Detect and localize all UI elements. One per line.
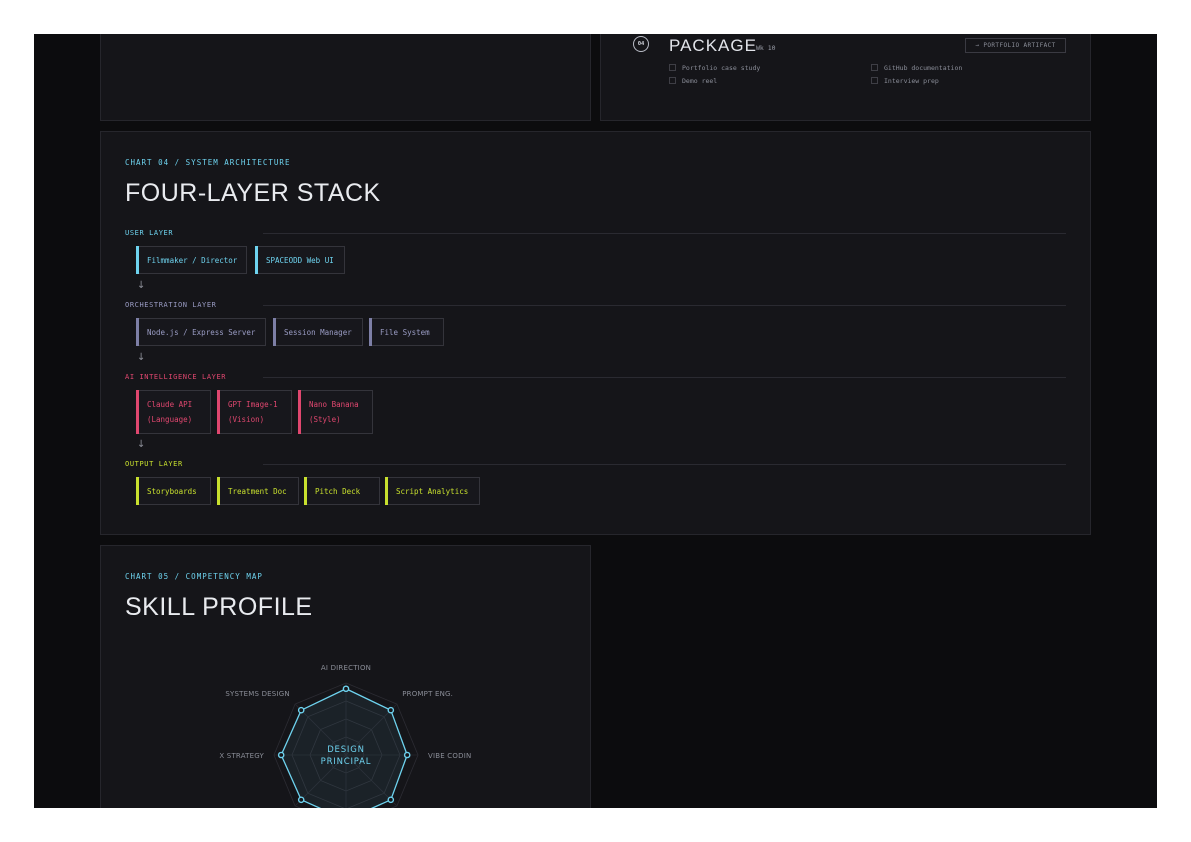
- node-nano-banana[interactable]: Nano Banana (Style): [298, 390, 373, 434]
- layer-divider: [263, 305, 1066, 306]
- node-label: Pitch Deck: [315, 486, 361, 496]
- layer-divider: [263, 377, 1066, 378]
- package-panel: 04 PACKAGE Wk 10 → PORTFOLIO ARTIFACT Po…: [600, 34, 1091, 121]
- radar-center-label: PRINCIPAL: [321, 757, 372, 767]
- node-filmmaker-director[interactable]: Filmmaker / Director: [136, 246, 247, 274]
- layer-label-output: OUTPUT LAYER: [125, 460, 183, 468]
- node-gpt-image-1[interactable]: GPT Image-1 (Vision): [217, 390, 292, 434]
- node-label: Treatment Doc: [228, 486, 287, 496]
- node-pitch-deck[interactable]: Pitch Deck: [304, 477, 380, 505]
- node-accent-bar: [217, 477, 220, 505]
- radar-data-point: [297, 706, 305, 714]
- node-label: Storyboards: [147, 486, 197, 496]
- node-accent-bar: [273, 318, 276, 346]
- checkbox-portfolio-case-study[interactable]: [669, 64, 676, 71]
- down-arrow-icon: ↓: [137, 352, 146, 363]
- node-script-analytics[interactable]: Script Analytics: [385, 477, 480, 505]
- node-spaceodd-web-ui[interactable]: SPACEODD Web UI: [255, 246, 345, 274]
- node-accent-bar: [217, 390, 220, 434]
- package-title: PACKAGE: [669, 36, 757, 55]
- radar-axis-label: PROMPT ENG.: [402, 690, 453, 698]
- node-claude-api[interactable]: Claude API (Language): [136, 390, 211, 434]
- node-label: File System: [380, 327, 430, 337]
- phase-number: 04: [637, 41, 645, 47]
- node-label: SPACEODD Web UI: [266, 255, 334, 265]
- checklist-item-label: GitHub documentation: [884, 64, 963, 72]
- portfolio-artifact-label: → PORTFOLIO ARTIFACT: [975, 42, 1056, 49]
- node-accent-bar: [298, 390, 301, 434]
- radar-axis-label: X STRATEGY: [219, 752, 264, 760]
- node-label: Claude API: [147, 400, 193, 409]
- radar-data-point: [387, 796, 395, 804]
- node-label: Filmmaker / Director: [147, 255, 238, 265]
- architecture-kicker: CHART 04 / SYSTEM ARCHITECTURE: [125, 158, 291, 167]
- radar-data-point: [342, 685, 350, 693]
- skill-radar-chart: AI DIRECTION PROMPT ENG. VIBE CODIN X STRAT…: [219, 664, 471, 808]
- checkbox-github-documentation[interactable]: [871, 64, 878, 71]
- node-label: Nano Banana: [309, 400, 359, 409]
- node-accent-bar: [136, 390, 139, 434]
- layer-divider: [263, 464, 1066, 465]
- node-file-system[interactable]: File System: [369, 318, 444, 346]
- package-week: Wk 10: [756, 44, 776, 52]
- radar-axis-label: VIBE CODIN: [428, 752, 471, 760]
- node-accent-bar: [369, 318, 372, 346]
- checklist-item-label: Interview prep: [884, 77, 939, 85]
- node-accent-bar: [385, 477, 388, 505]
- page-viewport: 04 PACKAGE Wk 10 → PORTFOLIO ARTIFACT Po…: [34, 34, 1157, 808]
- radar-center-label: DESIGN: [327, 745, 365, 755]
- node-sublabel: (Style): [309, 415, 341, 424]
- architecture-panel: CHART 04 / SYSTEM ARCHITECTURE FOUR-LAYE…: [100, 131, 1091, 535]
- radar-data-point: [387, 706, 395, 714]
- node-accent-bar: [255, 246, 258, 274]
- architecture-title: FOUR-LAYER STACK: [125, 179, 381, 207]
- radar-data-point: [403, 751, 411, 759]
- node-label: Script Analytics: [396, 486, 469, 496]
- down-arrow-icon: ↓: [137, 280, 146, 291]
- phase-number-badge: 04: [633, 36, 649, 52]
- node-label: Session Manager: [284, 327, 352, 337]
- checkbox-demo-reel[interactable]: [669, 77, 676, 84]
- layer-label-user: USER LAYER: [125, 229, 174, 237]
- portfolio-artifact-button[interactable]: → PORTFOLIO ARTIFACT: [965, 38, 1066, 53]
- node-accent-bar: [304, 477, 307, 505]
- node-label: Node.js / Express Server: [147, 327, 256, 337]
- node-treatment-doc[interactable]: Treatment Doc: [217, 477, 299, 505]
- layer-label-orchestration: ORCHESTRATION LAYER: [125, 301, 217, 309]
- node-session-manager[interactable]: Session Manager: [273, 318, 363, 346]
- checklist-item-label: Demo reel: [682, 77, 718, 85]
- node-accent-bar: [136, 477, 139, 505]
- node-label: GPT Image-1: [228, 400, 278, 409]
- down-arrow-icon: ↓: [137, 439, 146, 450]
- radar-data-point: [277, 751, 285, 759]
- node-sublabel: (Vision): [228, 415, 265, 424]
- checklist-item-label: Portfolio case study: [682, 64, 761, 72]
- node-accent-bar: [136, 318, 139, 346]
- radar-axis-label: AI DIRECTION: [321, 664, 371, 672]
- node-accent-bar: [136, 246, 139, 274]
- skill-profile-panel: CHART 05 / COMPETENCY MAP SKILL PROFILE …: [100, 545, 591, 808]
- checkbox-interview-prep[interactable]: [871, 77, 878, 84]
- radar-axis-label: SYSTEMS DESIGN: [225, 690, 289, 698]
- layer-divider: [263, 233, 1066, 234]
- top-left-panel: [100, 34, 591, 121]
- node-sublabel: (Language): [147, 415, 193, 424]
- node-node-express-server[interactable]: Node.js / Express Server: [136, 318, 266, 346]
- layer-label-ai-intelligence: AI INTELLIGENCE LAYER: [125, 373, 227, 381]
- radar-data-point: [297, 796, 305, 804]
- node-storyboards[interactable]: Storyboards: [136, 477, 211, 505]
